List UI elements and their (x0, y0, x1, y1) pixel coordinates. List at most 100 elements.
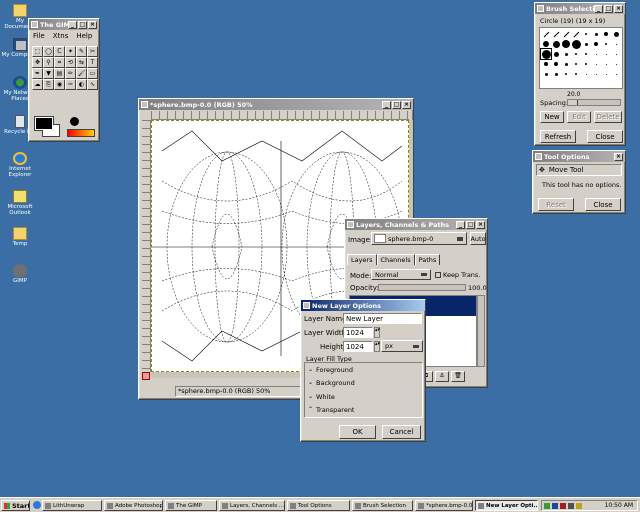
taskbar-button[interactable]: New Layer Opti... (475, 500, 538, 511)
unit-select[interactable]: px (381, 340, 423, 352)
horizontal-ruler[interactable] (151, 111, 409, 120)
bucket-fill-tool-icon[interactable]: ▼ (43, 68, 54, 79)
convolve-tool-icon[interactable]: ◉ (54, 79, 65, 90)
tray-icon[interactable] (544, 502, 550, 509)
refresh-button[interactable]: Refresh (540, 130, 576, 143)
title-bar[interactable]: *sphere.bmp-0.0 (RGB) 50% _ □ × (139, 99, 413, 110)
desktop-icon-gimp[interactable]: GIMP (0, 264, 40, 284)
brush-swatch[interactable] (581, 49, 591, 59)
brush-swatch[interactable] (571, 29, 581, 39)
bezier-select-tool-icon[interactable]: ✎ (76, 46, 87, 57)
brush-swatch[interactable] (571, 39, 581, 49)
new-brush-button[interactable]: New (540, 111, 564, 123)
minimize-button[interactable]: _ (456, 220, 465, 229)
brush-swatch[interactable] (551, 59, 561, 69)
brush-swatch[interactable] (561, 69, 571, 79)
tab-channels[interactable]: Channels (376, 254, 415, 265)
rect-select-tool-icon[interactable]: ⬚ (32, 46, 43, 57)
maximize-button[interactable]: □ (604, 4, 613, 13)
minimize-button[interactable]: _ (594, 4, 603, 13)
fuzzy-select-tool-icon[interactable]: ✦ (65, 46, 76, 57)
scissors-tool-icon[interactable]: ✂ (87, 46, 98, 57)
tray-icon[interactable] (576, 502, 582, 509)
brush-swatch[interactable] (541, 69, 551, 79)
brush-swatch[interactable] (541, 29, 551, 39)
keep-trans-checkbox[interactable]: Keep Trans. (435, 271, 480, 279)
gradient-preview[interactable] (67, 129, 95, 137)
transform-tool-icon[interactable]: ⟲ (65, 57, 76, 68)
layer-height-input[interactable]: 1024 (343, 341, 373, 352)
brush-swatch[interactable] (591, 39, 601, 49)
fill-transparent-radio[interactable]: ⌃ Transparent (308, 406, 354, 414)
vertical-ruler[interactable] (142, 120, 151, 372)
brush-swatch[interactable] (611, 69, 621, 79)
tray-icon[interactable] (560, 502, 566, 509)
height-spinner[interactable]: ▴▾ (374, 341, 380, 352)
taskbar-button[interactable]: Adobe Photoshop (104, 500, 163, 511)
close-button[interactable]: × (614, 4, 623, 13)
menu-file[interactable]: File (33, 32, 45, 40)
brush-swatch[interactable] (601, 39, 611, 49)
eraser-tool-icon[interactable]: ▭ (87, 68, 98, 79)
flip-tool-icon[interactable]: ⇆ (76, 57, 87, 68)
taskbar-button[interactable]: LithUnwrap (42, 500, 102, 511)
brush-swatch[interactable] (601, 49, 611, 59)
text-tool-icon[interactable]: T (87, 57, 98, 68)
title-bar[interactable]: The GIMP _□× (29, 19, 99, 30)
brush-swatch[interactable] (541, 59, 551, 69)
tab-layers[interactable]: Layers (347, 254, 377, 265)
brush-swatch[interactable] (611, 39, 621, 49)
clone-tool-icon[interactable]: ⎘ (43, 79, 54, 90)
auto-button[interactable]: Auto (470, 232, 486, 245)
ellipse-select-tool-icon[interactable]: ◯ (43, 46, 54, 57)
title-bar[interactable]: Layers, Channels & Paths _ □ × (345, 219, 487, 230)
foreground-color-swatch[interactable] (35, 117, 53, 130)
delete-brush-button[interactable]: Delete (594, 111, 622, 123)
brush-swatch[interactable] (581, 29, 591, 39)
color-picker-tool-icon[interactable]: ✒ (32, 68, 43, 79)
lasso-tool-icon[interactable]: ᑕ (54, 46, 65, 57)
mode-select[interactable]: Normal (371, 269, 431, 280)
image-select[interactable]: sphere.bmp-0 (371, 232, 467, 245)
paintbrush-tool-icon[interactable]: 🖌 (76, 68, 87, 79)
taskbar-button[interactable]: Tool Options (287, 500, 350, 511)
clock[interactable]: 10:50 AM (605, 502, 633, 509)
magnify-tool-icon[interactable]: ⚲ (43, 57, 54, 68)
brush-swatch[interactable] (551, 39, 561, 49)
close-button[interactable]: × (476, 220, 485, 229)
crop-tool-icon[interactable]: ⌗ (54, 57, 65, 68)
brush-swatch[interactable] (591, 69, 601, 79)
pencil-tool-icon[interactable]: ✏ (65, 68, 76, 79)
maximize-button[interactable]: □ (466, 220, 475, 229)
close-button[interactable]: × (402, 100, 411, 109)
delete-layer-icon[interactable]: 🗑 (451, 371, 465, 382)
brush-swatch[interactable] (581, 69, 591, 79)
menu-xtns[interactable]: Xtns (53, 32, 69, 40)
title-bar[interactable]: Tool Options × (533, 151, 625, 162)
brush-swatch[interactable] (561, 39, 571, 49)
brush-swatch[interactable] (540, 48, 552, 60)
fill-foreground-radio[interactable]: ⌄ Foreground (308, 366, 353, 374)
brush-preview-icon[interactable] (70, 117, 79, 126)
tab-paths[interactable]: Paths (414, 254, 441, 265)
airbrush-tool-icon[interactable]: ☁ (32, 79, 43, 90)
desktop-icon-temp[interactable]: Temp (0, 227, 40, 247)
brush-swatch[interactable] (601, 29, 611, 39)
layer-width-input[interactable]: 1024 (343, 327, 373, 338)
brush-swatch[interactable] (591, 49, 601, 59)
maximize-button[interactable]: □ (78, 20, 87, 29)
brush-swatch[interactable] (561, 29, 571, 39)
dodge-tool-icon[interactable]: ◐ (76, 79, 87, 90)
title-bar[interactable]: New Layer Options (301, 300, 425, 311)
opacity-slider[interactable] (378, 284, 466, 291)
quickmask-toggle-icon[interactable] (142, 372, 150, 380)
ink-tool-icon[interactable]: ✑ (65, 79, 76, 90)
smudge-tool-icon[interactable]: ∿ (87, 79, 98, 90)
taskbar-button[interactable]: The GIMP (165, 500, 217, 511)
brush-swatch[interactable] (581, 59, 591, 69)
desktop-icon-microsoft-outlook[interactable]: Microsoft Outlook (0, 190, 40, 216)
ok-button[interactable]: OK (339, 425, 376, 439)
minimize-button[interactable]: _ (382, 100, 391, 109)
brush-swatch[interactable] (551, 49, 561, 59)
brush-swatch[interactable] (541, 39, 551, 49)
